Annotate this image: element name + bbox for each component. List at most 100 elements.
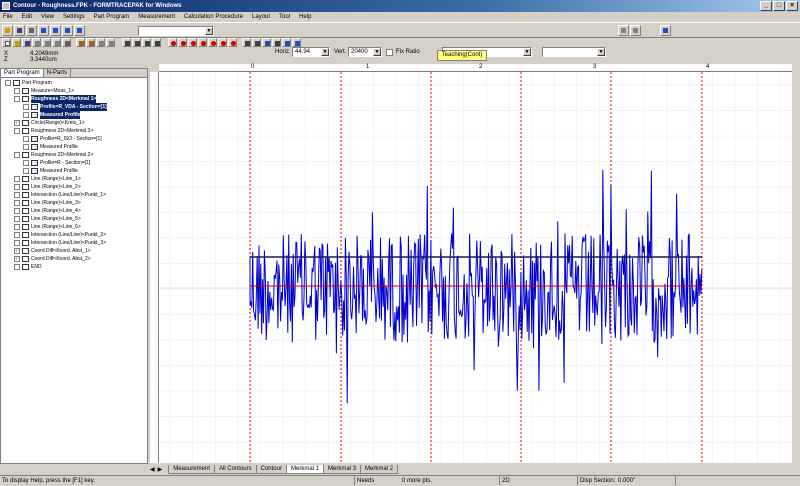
run-all-icon[interactable] (74, 25, 85, 36)
cut-icon[interactable] (52, 38, 61, 47)
point-icon[interactable] (122, 38, 131, 47)
tree-item[interactable]: Line (Range)<Line_6> (14, 223, 81, 231)
sheet-tab[interactable]: Merkmal 1 (285, 464, 324, 474)
pan-icon[interactable] (242, 38, 251, 47)
tree-item[interactable]: Roughness 2D<Merkmal 2> (14, 151, 93, 159)
program-select[interactable]: ▼ (138, 26, 214, 36)
zoom-fit-icon[interactable] (218, 38, 227, 47)
sheet-tab[interactable]: Contour (255, 464, 287, 474)
tree-checkbox[interactable] (23, 112, 29, 118)
zoom-y-icon[interactable] (208, 38, 217, 47)
paste-icon[interactable] (42, 38, 51, 47)
menu-item-calculation-procedure[interactable]: Calculation Procedure (184, 14, 243, 20)
tree-checkbox[interactable] (14, 192, 20, 198)
tree-checkbox[interactable] (14, 88, 20, 94)
sheet-tab[interactable]: Measurement (168, 464, 215, 474)
menu-item-part-program[interactable]: Part Program (94, 14, 130, 20)
tree-checkbox[interactable] (14, 208, 20, 214)
tree-checkbox[interactable] (23, 104, 29, 110)
settings-icon[interactable] (272, 38, 281, 47)
tree-checkbox[interactable] (23, 136, 29, 142)
undo-icon[interactable] (96, 38, 105, 47)
tree-item[interactable]: Part Program (5, 79, 52, 87)
vert-input[interactable]: 20400 ▼ (348, 47, 382, 57)
info-icon[interactable] (282, 38, 291, 47)
new-icon[interactable] (2, 38, 11, 47)
redo-icon[interactable] (106, 38, 115, 47)
close-button[interactable]: × (786, 1, 798, 11)
tree-item[interactable]: Line (Range)<Line_2> (14, 183, 81, 191)
horiz-input[interactable]: 44.94 ▼ (292, 47, 330, 57)
fix-ratio-checkbox[interactable] (386, 49, 393, 56)
refresh-icon[interactable] (262, 38, 271, 47)
tree-checkbox[interactable] (23, 160, 29, 166)
tree-item[interactable]: Roughness 2D<Merkmal 1> (14, 95, 97, 103)
menu-item-file[interactable]: File (3, 14, 13, 20)
tree-item[interactable]: ✓ Coord Diff<Koord. Abst_1> (14, 247, 91, 255)
grid-icon[interactable] (252, 38, 261, 47)
tree-checkbox[interactable] (14, 240, 20, 246)
tree-checkbox[interactable] (14, 232, 20, 238)
save-icon[interactable] (14, 25, 25, 36)
pen-icon[interactable] (76, 38, 85, 47)
tree-item[interactable]: Roughness 2D<Merkmal 3> (14, 127, 93, 135)
tree-checkbox[interactable] (14, 200, 20, 206)
open-icon[interactable] (2, 25, 13, 36)
tree-checkbox[interactable] (14, 128, 20, 134)
save-file-icon[interactable] (22, 38, 31, 47)
print-icon[interactable] (26, 25, 37, 36)
forward-icon[interactable] (630, 25, 641, 36)
profile-plot[interactable] (159, 72, 792, 463)
menu-item-measurement[interactable]: Measurement (138, 14, 175, 20)
sheet-tab[interactable]: All Contours (213, 464, 257, 474)
tree-item[interactable]: Line (Range)<Line_5> (14, 215, 81, 223)
element-select[interactable]: ▼ (542, 47, 606, 57)
tree-item[interactable]: Line (Range)<Line_3> (14, 199, 81, 207)
tree-item[interactable]: Measured Profile (23, 143, 78, 151)
sheet-tab[interactable]: Merkmal 2 (360, 464, 399, 474)
tree-checkbox[interactable] (23, 144, 29, 150)
zoom-all-icon[interactable] (228, 38, 237, 47)
tree-item[interactable]: Measured Profile (23, 111, 81, 119)
print-preview-icon[interactable] (62, 38, 71, 47)
tab-part-program[interactable]: Part Program (1, 69, 44, 77)
tab-scroll-right-icon[interactable]: ▶ (158, 466, 163, 473)
maximize-button[interactable]: □ (773, 1, 785, 11)
erase-icon[interactable] (86, 38, 95, 47)
tab-scroll-left-icon[interactable]: ◀ (150, 466, 155, 473)
tree-checkbox[interactable]: ✓ (14, 120, 20, 126)
tree-item[interactable]: Intersection (Line/Line)<Punkt_3> (14, 239, 106, 247)
tree-item[interactable]: Measured Profile (23, 167, 78, 175)
tree-checkbox[interactable] (14, 224, 20, 230)
back-icon[interactable] (618, 25, 629, 36)
zoom-in-icon[interactable] (168, 38, 177, 47)
tree-checkbox[interactable] (5, 80, 11, 86)
tree-checkbox[interactable]: ✓ (14, 248, 20, 254)
tree-checkbox[interactable] (14, 96, 20, 102)
tool-icon[interactable] (50, 25, 61, 36)
tab-n-parts[interactable]: N-Parts (44, 69, 72, 77)
tree-item[interactable]: ✓ Coord Diff<Koord. Abst_2> (14, 255, 91, 263)
cursor-icon[interactable] (152, 38, 161, 47)
open-file-icon[interactable] (12, 38, 21, 47)
help-icon[interactable] (660, 25, 671, 36)
tree-item[interactable]: Profile=R_VDA - Section=[1] (23, 103, 107, 111)
menu-item-edit[interactable]: Edit (22, 14, 32, 20)
tree-item[interactable]: ✓ Circle(Range)<Kreis_1> (14, 119, 85, 127)
range-icon[interactable] (132, 38, 141, 47)
tree-checkbox[interactable] (14, 216, 20, 222)
measure-icon[interactable] (38, 25, 49, 36)
tree-checkbox[interactable] (14, 264, 20, 270)
export-icon[interactable] (292, 38, 301, 47)
select-icon[interactable] (142, 38, 151, 47)
tree-checkbox[interactable]: ✓ (14, 256, 20, 262)
tree-item[interactable]: Profile=R_ISO - Section=[1] (23, 135, 102, 143)
tree-item[interactable]: Intersection (Line/Line)<Punkt_1> (14, 191, 106, 199)
tree-item[interactable]: END (14, 263, 42, 271)
tree-checkbox[interactable] (14, 152, 20, 158)
tree-item[interactable]: Line (Range)<Line_4> (14, 207, 81, 215)
menu-item-settings[interactable]: Settings (63, 14, 85, 20)
menu-item-view[interactable]: View (41, 14, 54, 20)
minimize-button[interactable]: _ (760, 1, 772, 11)
run-icon[interactable] (62, 25, 73, 36)
